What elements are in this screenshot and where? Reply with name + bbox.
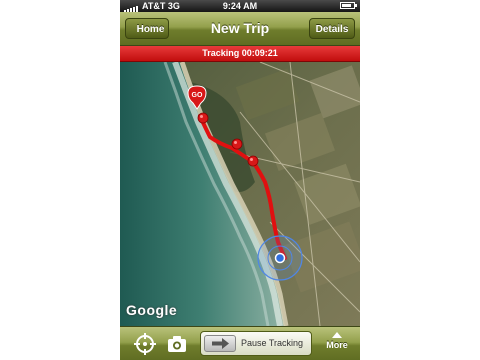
more-button[interactable]: More [322,330,352,358]
battery-icon [340,2,357,9]
route-pin[interactable] [247,155,259,167]
status-bar: AT&T 3G 9:24 AM [120,0,360,13]
satellite-map[interactable]: GO Google [120,62,360,326]
crosshair-compass-icon[interactable] [134,333,156,355]
map-canvas: GO [120,62,360,326]
details-button[interactable]: Details [309,18,355,39]
route-pin[interactable] [231,138,243,150]
triangle-up-icon [332,332,342,338]
more-label: More [326,340,348,350]
navigation-bar: Home New Trip Details [120,12,360,46]
phone-screen: AT&T 3G 9:24 AM Home New Trip Details Tr… [120,0,360,360]
camera-icon[interactable] [166,333,188,355]
pause-tracking-button[interactable]: Pause Tracking [200,331,312,356]
route-pin[interactable] [197,112,209,124]
pause-tracking-label: Pause Tracking [241,338,304,348]
arrow-right-icon [204,335,236,352]
tracking-status-bar: Tracking 00:09:21 [120,46,360,62]
go-label: GO [192,92,203,99]
status-time: 9:24 AM [222,1,258,11]
google-attribution: Google [126,302,178,318]
bottom-toolbar: Pause Tracking More [120,326,360,360]
current-location-indicator [257,235,303,281]
